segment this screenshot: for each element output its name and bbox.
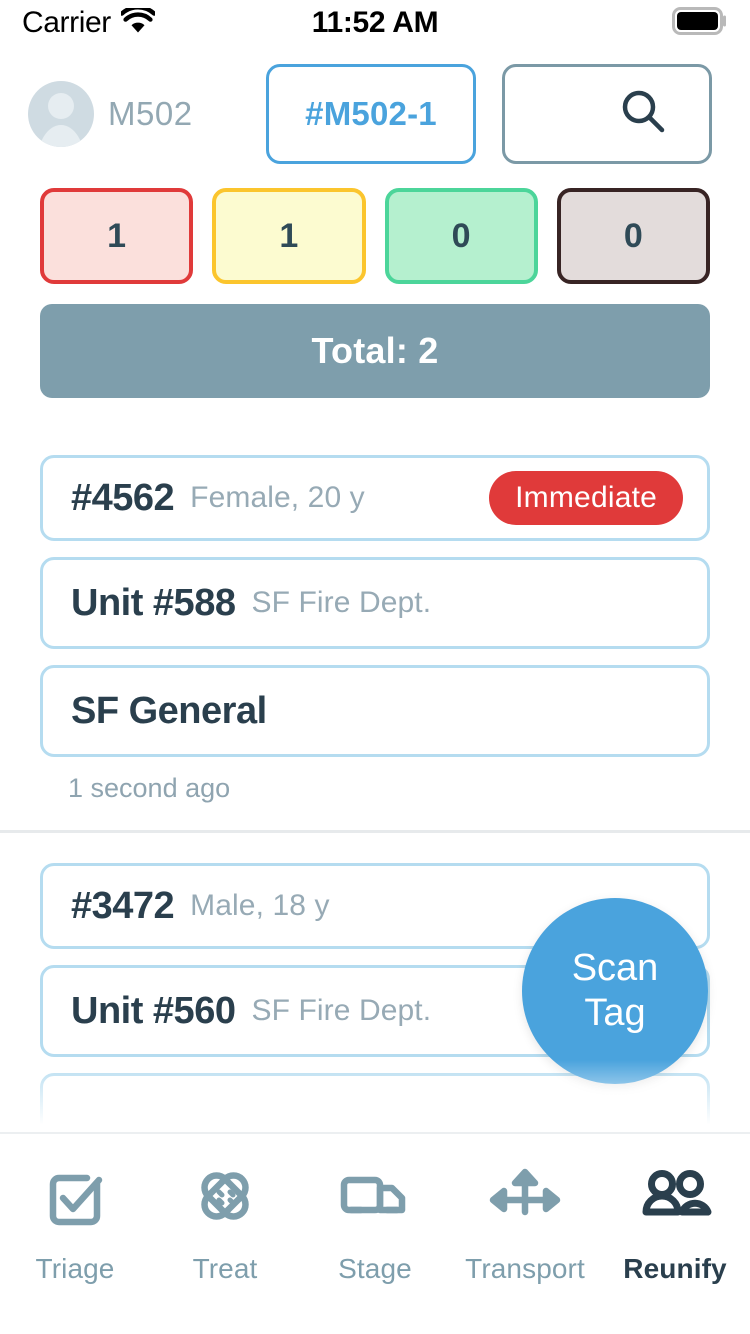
counter-immediate-value: 1 bbox=[107, 216, 127, 255]
battery-full-icon bbox=[672, 6, 728, 40]
tab-treat[interactable]: Treat bbox=[150, 1162, 300, 1285]
patient-demographics: Female, 20 y bbox=[190, 481, 365, 514]
group-divider bbox=[0, 830, 750, 833]
user-name-label: M502 bbox=[108, 95, 193, 132]
clock-label: 11:52 AM bbox=[311, 6, 439, 39]
patient-id: #3472 bbox=[71, 884, 175, 927]
destination-name: SF General bbox=[71, 689, 267, 732]
tab-label: Triage bbox=[35, 1253, 115, 1284]
incident-selector-button[interactable]: #M502-1 bbox=[266, 64, 476, 164]
scan-tag-line-2: Tag bbox=[584, 992, 646, 1034]
user-block[interactable]: M502 bbox=[28, 81, 266, 147]
unit-id: Unit #560 bbox=[71, 989, 236, 1032]
unit-id: Unit #588 bbox=[71, 581, 236, 624]
tab-transport[interactable]: Transport bbox=[450, 1162, 600, 1285]
checkbox-check-icon bbox=[39, 1162, 111, 1235]
tab-reunify[interactable]: Reunify bbox=[600, 1162, 750, 1285]
status-bar-right bbox=[672, 6, 728, 40]
patient-card[interactable]: #4562 Female, 20 y Immediate bbox=[40, 455, 710, 541]
app-root: Carrier 11:52 AM M502 #M502-1 1 1 0 0 To… bbox=[0, 0, 750, 1334]
destination-card[interactable]: SF General bbox=[40, 665, 710, 757]
tab-label: Stage bbox=[338, 1253, 412, 1284]
scan-tag-line-1: Scan bbox=[571, 947, 659, 990]
patient-group-1: #4562 Female, 20 y Immediate Unit #588 S… bbox=[0, 455, 750, 804]
total-label: Total: 2 bbox=[311, 330, 439, 371]
total-bar[interactable]: Total: 2 bbox=[40, 304, 710, 398]
arrows-three-way-icon bbox=[487, 1162, 563, 1235]
counter-delayed-value: 1 bbox=[279, 216, 299, 255]
unit-agency: SF Fire Dept. bbox=[251, 994, 432, 1027]
patient-demographics: Male, 18 y bbox=[190, 889, 330, 922]
timestamp-label: 1 second ago bbox=[68, 773, 231, 803]
unit-card[interactable]: Unit #588 SF Fire Dept. bbox=[40, 557, 710, 649]
unit-agency: SF Fire Dept. bbox=[251, 586, 432, 619]
bottom-tab-bar: Triage Treat Stage Transport Reunify bbox=[0, 1132, 750, 1334]
counter-minor[interactable]: 0 bbox=[384, 188, 538, 284]
counter-delayed[interactable]: 1 bbox=[212, 188, 366, 284]
scan-tag-button[interactable]: Scan Tag bbox=[522, 898, 708, 1084]
tab-label: Treat bbox=[192, 1253, 258, 1284]
counter-deceased-value: 0 bbox=[623, 216, 643, 255]
tab-label: Reunify bbox=[623, 1253, 727, 1284]
triage-counter-row: 1 1 0 0 bbox=[40, 188, 710, 284]
counter-minor-value: 0 bbox=[451, 216, 471, 255]
tab-triage[interactable]: Triage bbox=[0, 1162, 150, 1285]
header-bar: M502 #M502-1 bbox=[0, 58, 750, 170]
status-badge: Immediate bbox=[489, 471, 683, 525]
tab-label: Transport bbox=[465, 1253, 585, 1284]
patient-id: #4562 bbox=[71, 476, 175, 519]
counter-immediate[interactable]: 1 bbox=[40, 188, 194, 284]
search-button[interactable] bbox=[502, 64, 712, 164]
bandage-icon bbox=[189, 1162, 261, 1235]
truck-icon bbox=[337, 1162, 413, 1235]
tab-stage[interactable]: Stage bbox=[300, 1162, 450, 1285]
status-bar: Carrier 11:52 AM bbox=[0, 0, 750, 46]
user-avatar-icon bbox=[28, 81, 94, 147]
people-group-icon bbox=[634, 1162, 716, 1235]
search-icon bbox=[617, 86, 669, 143]
counter-deceased[interactable]: 0 bbox=[556, 188, 710, 284]
